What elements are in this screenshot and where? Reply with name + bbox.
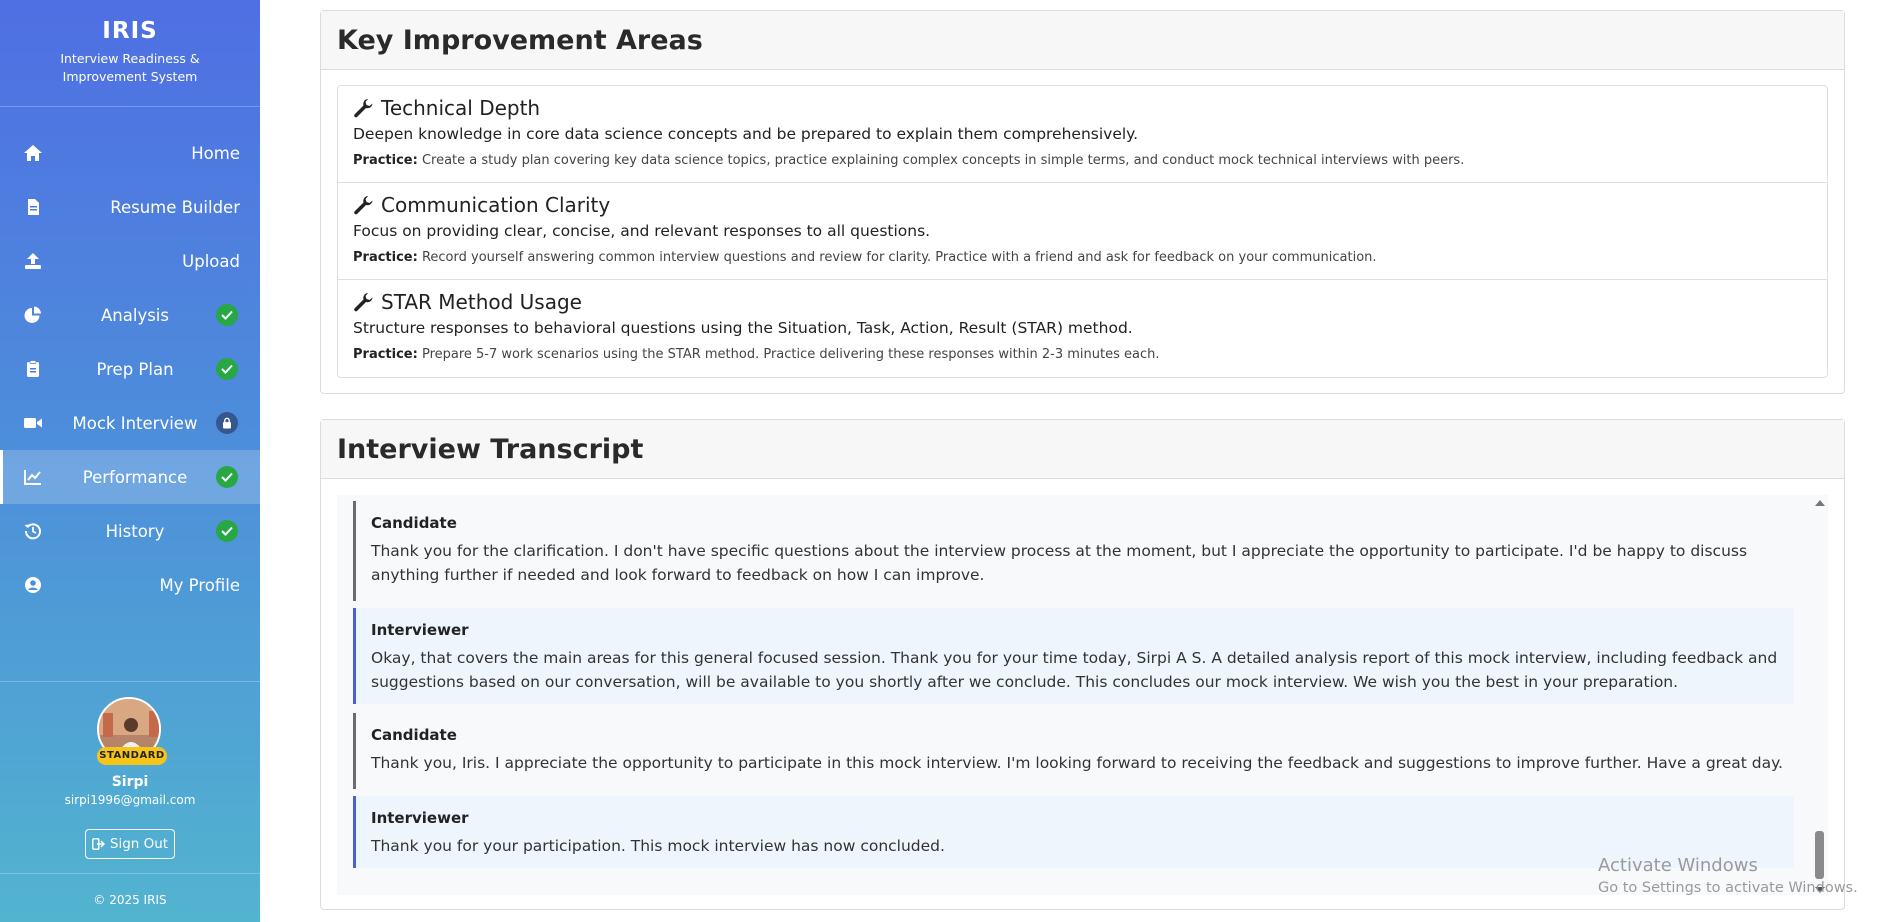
main-content: Key Improvement Areas Technical Depth De… (260, 0, 1889, 922)
message-speaker: Interviewer (371, 621, 469, 639)
improvement-item-description: Focus on providing clear, concise, and r… (353, 222, 931, 240)
sidebar-item-prep-plan[interactable]: Prep Plan (0, 342, 260, 396)
message-speaker: Interviewer (371, 809, 469, 827)
sidebar-item-resume-builder[interactable]: Resume Builder (0, 180, 260, 234)
brand-subtitle: Interview Readiness & Improvement System (60, 51, 200, 84)
profile-panel: STANDARD Sirpi sirpi1996@gmail.com Sign … (0, 681, 260, 874)
footer-copyright: © 2025 IRIS (93, 893, 167, 907)
scrollbar[interactable] (1812, 495, 1828, 895)
wrench-icon (354, 196, 373, 215)
improvement-item-practice: Practice: Record yourself answering comm… (353, 250, 1812, 265)
brand-title: IRIS (102, 18, 158, 44)
transcript-title: Interview Transcript (337, 433, 644, 465)
check-icon (216, 358, 238, 380)
practice-label: Practice: (353, 153, 418, 168)
improvement-item-practice: Practice: Prepare 5-7 work scenarios usi… (353, 347, 1812, 362)
scroll-up-arrow-icon[interactable] (1815, 500, 1825, 506)
transcript-card-header: Interview Transcript (321, 420, 1844, 479)
improvement-item: Communication Clarity Focus on providing… (338, 183, 1827, 280)
check-icon (216, 304, 238, 326)
practice-text: Create a study plan covering key data sc… (421, 153, 1465, 168)
user-email: sirpi1996@gmail.com (64, 793, 196, 807)
practice-label: Practice: (353, 347, 418, 362)
sidebar-item-label: Resume Builder (110, 197, 240, 217)
sidebar-item-performance[interactable]: Performance (0, 450, 260, 504)
improvement-item: STAR Method Usage Structure responses to… (338, 280, 1827, 377)
brand: IRIS Interview Readiness & Improvement S… (0, 0, 260, 107)
message-text: Thank you for the clarification. I don't… (371, 542, 1748, 584)
lock-icon (216, 412, 238, 434)
improvement-item-description: Deepen knowledge in core data science co… (353, 125, 1139, 143)
user-circle-icon (25, 577, 41, 593)
improvement-title: Key Improvement Areas (337, 24, 703, 56)
message-speaker: Candidate (371, 514, 457, 532)
sign-out-label: Sign Out (109, 836, 169, 852)
watermark-subtitle: Go to Settings to activate Windows. (1598, 880, 1858, 896)
sidebar-item-label: Upload (182, 251, 240, 271)
sidebar-item-upload[interactable]: Upload (0, 234, 260, 288)
transcript-message: Interviewer Thank you for your participa… (353, 796, 1794, 868)
sign-out-button[interactable]: Sign Out (85, 829, 175, 859)
practice-label: Practice: (353, 250, 418, 265)
improvement-item-title: STAR Method Usage (381, 290, 582, 314)
improvement-card: Key Improvement Areas Technical Depth De… (320, 10, 1845, 394)
plan-badge: STANDARD (97, 747, 167, 765)
improvement-list: Technical Depth Deepen knowledge in core… (337, 85, 1828, 378)
user-name: Sirpi (111, 774, 149, 790)
practice-text: Prepare 5-7 work scenarios using the STA… (421, 347, 1160, 362)
watermark-title: Activate Windows (1598, 855, 1758, 876)
sidebar-item-my-profile[interactable]: My Profile (0, 558, 260, 612)
message-speaker: Candidate (371, 726, 457, 744)
message-text: Okay, that covers the main areas for thi… (371, 649, 1778, 691)
transcript-scroll-area[interactable]: Candidate Thank you for the clarificatio… (337, 495, 1828, 895)
check-icon (216, 520, 238, 542)
improvement-item-practice: Practice: Create a study plan covering k… (353, 153, 1812, 168)
sidebar-item-label: My Profile (159, 575, 240, 595)
improvement-card-header: Key Improvement Areas (321, 11, 1844, 70)
transcript-message: Interviewer Okay, that covers the main a… (353, 608, 1794, 704)
message-text: Thank you, Iris. I appreciate the opport… (371, 754, 1783, 772)
practice-text: Record yourself answering common intervi… (421, 250, 1377, 265)
sidebar-item-analysis[interactable]: Analysis (0, 288, 260, 342)
sidebar: IRIS Interview Readiness & Improvement S… (0, 0, 260, 922)
message-text: Thank you for your participation. This m… (371, 837, 945, 855)
activate-windows-watermark: Activate Windows Go to Settings to activ… (1598, 855, 1858, 896)
home-icon (24, 145, 42, 161)
improvement-item: Technical Depth Deepen knowledge in core… (338, 86, 1827, 183)
sidebar-nav: Home Resume Builder Upload Analysis Prep… (0, 126, 260, 612)
transcript-card: Interview Transcript Candidate Thank you… (320, 419, 1845, 910)
sidebar-item-label: Home (191, 143, 240, 163)
upload-icon (25, 253, 41, 269)
transcript-message: Candidate Thank you, Iris. I appreciate … (353, 713, 1794, 789)
improvement-item-title: Communication Clarity (381, 193, 611, 217)
sign-out-icon (91, 838, 105, 850)
transcript-message: Candidate Thank you for the clarificatio… (353, 501, 1794, 601)
wrench-icon (354, 99, 373, 118)
improvement-item-description: Structure responses to behavioral questi… (353, 319, 1133, 337)
file-icon (28, 199, 39, 215)
sidebar-item-history[interactable]: History (0, 504, 260, 558)
sidebar-item-home[interactable]: Home (0, 126, 260, 180)
sidebar-item-mock-interview[interactable]: Mock Interview (0, 396, 260, 450)
check-icon (216, 466, 238, 488)
wrench-icon (354, 293, 373, 312)
improvement-item-title: Technical Depth (381, 96, 541, 120)
